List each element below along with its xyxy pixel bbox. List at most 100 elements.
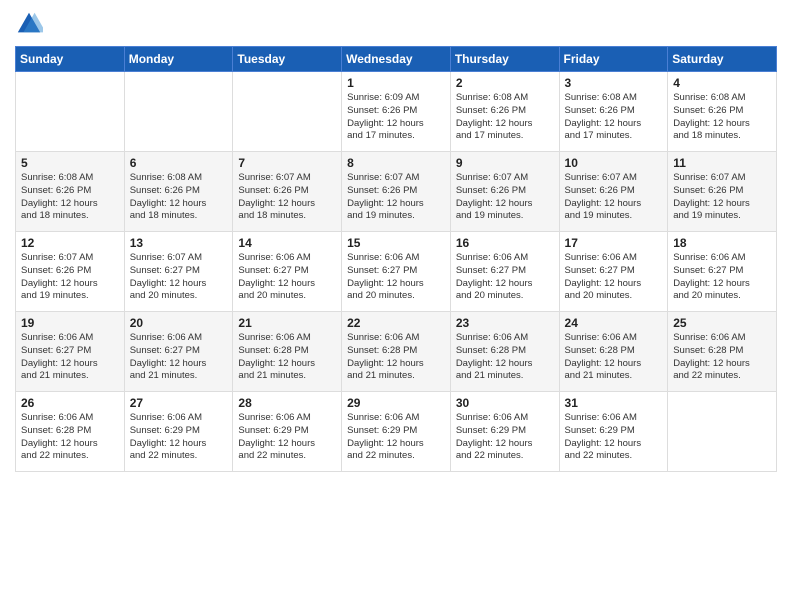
week-row-3: 19 Sunrise: 6:06 AM Sunset: 6:27 PM Dayli…: [16, 312, 777, 392]
col-header-wednesday: Wednesday: [342, 47, 451, 72]
day-cell: 3 Sunrise: 6:08 AM Sunset: 6:26 PM Daylig…: [559, 72, 668, 152]
day-info: Sunrise: 6:08 AM Sunset: 6:26 PM Dayligh…: [456, 92, 554, 143]
day-number: 31: [565, 396, 663, 410]
day-number: 6: [130, 156, 228, 170]
day-cell: 20 Sunrise: 6:06 AM Sunset: 6:27 PM Dayli…: [124, 312, 233, 392]
day-info: Sunrise: 6:08 AM Sunset: 6:26 PM Dayligh…: [565, 92, 663, 143]
day-cell: 24 Sunrise: 6:06 AM Sunset: 6:28 PM Dayli…: [559, 312, 668, 392]
col-header-tuesday: Tuesday: [233, 47, 342, 72]
day-number: 7: [238, 156, 336, 170]
col-header-thursday: Thursday: [450, 47, 559, 72]
day-info: Sunrise: 6:06 AM Sunset: 6:28 PM Dayligh…: [21, 412, 119, 463]
day-info: Sunrise: 6:08 AM Sunset: 6:26 PM Dayligh…: [673, 92, 771, 143]
day-info: Sunrise: 6:06 AM Sunset: 6:29 PM Dayligh…: [565, 412, 663, 463]
day-number: 14: [238, 236, 336, 250]
day-number: 23: [456, 316, 554, 330]
day-cell: 29 Sunrise: 6:06 AM Sunset: 6:29 PM Dayli…: [342, 392, 451, 472]
col-header-sunday: Sunday: [16, 47, 125, 72]
day-number: 3: [565, 76, 663, 90]
header: [15, 10, 777, 38]
day-info: Sunrise: 6:07 AM Sunset: 6:26 PM Dayligh…: [456, 172, 554, 223]
day-cell: 2Sunrise: 6:08 AM Sunset: 6:26 PM Daylig…: [450, 72, 559, 152]
day-info: Sunrise: 6:06 AM Sunset: 6:27 PM Dayligh…: [238, 252, 336, 303]
day-number: 9: [456, 156, 554, 170]
day-cell: 5 Sunrise: 6:08 AM Sunset: 6:26 PM Daylig…: [16, 152, 125, 232]
day-cell: 27Sunrise: 6:06 AM Sunset: 6:29 PM Dayli…: [124, 392, 233, 472]
day-number: 13: [130, 236, 228, 250]
day-info: Sunrise: 6:09 AM Sunset: 6:26 PM Dayligh…: [347, 92, 445, 143]
logo: [15, 10, 47, 38]
day-info: Sunrise: 6:06 AM Sunset: 6:27 PM Dayligh…: [347, 252, 445, 303]
day-info: Sunrise: 6:07 AM Sunset: 6:27 PM Dayligh…: [130, 252, 228, 303]
day-number: 21: [238, 316, 336, 330]
day-cell: 4 Sunrise: 6:08 AM Sunset: 6:26 PM Daylig…: [668, 72, 777, 152]
day-number: 16: [456, 236, 554, 250]
day-number: 19: [21, 316, 119, 330]
day-number: 4: [673, 76, 771, 90]
day-number: 28: [238, 396, 336, 410]
day-info: Sunrise: 6:06 AM Sunset: 6:28 PM Dayligh…: [347, 332, 445, 383]
day-number: 26: [21, 396, 119, 410]
day-number: 11: [673, 156, 771, 170]
day-cell: 23 Sunrise: 6:06 AM Sunset: 6:28 PM Dayli…: [450, 312, 559, 392]
day-number: 30: [456, 396, 554, 410]
day-cell: 12Sunrise: 6:07 AM Sunset: 6:26 PM Dayli…: [16, 232, 125, 312]
day-info: Sunrise: 6:06 AM Sunset: 6:27 PM Dayligh…: [565, 252, 663, 303]
day-info: Sunrise: 6:08 AM Sunset: 6:26 PM Dayligh…: [130, 172, 228, 223]
day-cell: [124, 72, 233, 152]
day-number: 29: [347, 396, 445, 410]
day-info: Sunrise: 6:06 AM Sunset: 6:27 PM Dayligh…: [673, 252, 771, 303]
day-info: Sunrise: 6:08 AM Sunset: 6:26 PM Dayligh…: [21, 172, 119, 223]
day-info: Sunrise: 6:07 AM Sunset: 6:26 PM Dayligh…: [21, 252, 119, 303]
day-cell: 31 Sunrise: 6:06 AM Sunset: 6:29 PM Dayli…: [559, 392, 668, 472]
day-info: Sunrise: 6:06 AM Sunset: 6:28 PM Dayligh…: [456, 332, 554, 383]
day-info: Sunrise: 6:07 AM Sunset: 6:26 PM Dayligh…: [238, 172, 336, 223]
day-cell: [668, 392, 777, 472]
page-container: SundayMondayTuesdayWednesdayThursdayFrid…: [0, 0, 792, 482]
day-info: Sunrise: 6:07 AM Sunset: 6:26 PM Dayligh…: [673, 172, 771, 223]
day-number: 27: [130, 396, 228, 410]
day-cell: 13 Sunrise: 6:07 AM Sunset: 6:27 PM Dayli…: [124, 232, 233, 312]
col-header-monday: Monday: [124, 47, 233, 72]
day-cell: 8 Sunrise: 6:07 AM Sunset: 6:26 PM Daylig…: [342, 152, 451, 232]
day-cell: 22 Sunrise: 6:06 AM Sunset: 6:28 PM Dayli…: [342, 312, 451, 392]
day-info: Sunrise: 6:06 AM Sunset: 6:27 PM Dayligh…: [130, 332, 228, 383]
day-cell: 6 Sunrise: 6:08 AM Sunset: 6:26 PM Daylig…: [124, 152, 233, 232]
day-cell: 1 Sunrise: 6:09 AM Sunset: 6:26 PM Daylig…: [342, 72, 451, 152]
day-number: 22: [347, 316, 445, 330]
calendar-header-row: SundayMondayTuesdayWednesdayThursdayFrid…: [16, 47, 777, 72]
week-row-0: 1 Sunrise: 6:09 AM Sunset: 6:26 PM Daylig…: [16, 72, 777, 152]
day-cell: 30Sunrise: 6:06 AM Sunset: 6:29 PM Dayli…: [450, 392, 559, 472]
day-number: 25: [673, 316, 771, 330]
day-cell: [16, 72, 125, 152]
week-row-4: 26 Sunrise: 6:06 AM Sunset: 6:28 PM Dayli…: [16, 392, 777, 472]
day-number: 1: [347, 76, 445, 90]
day-cell: 21 Sunrise: 6:06 AM Sunset: 6:28 PM Dayli…: [233, 312, 342, 392]
day-number: 20: [130, 316, 228, 330]
day-number: 15: [347, 236, 445, 250]
day-number: 24: [565, 316, 663, 330]
day-info: Sunrise: 6:06 AM Sunset: 6:27 PM Dayligh…: [456, 252, 554, 303]
day-info: Sunrise: 6:06 AM Sunset: 6:29 PM Dayligh…: [347, 412, 445, 463]
day-cell: 10Sunrise: 6:07 AM Sunset: 6:26 PM Dayli…: [559, 152, 668, 232]
day-number: 5: [21, 156, 119, 170]
day-cell: 17Sunrise: 6:06 AM Sunset: 6:27 PM Dayli…: [559, 232, 668, 312]
day-number: 8: [347, 156, 445, 170]
day-cell: 14 Sunrise: 6:06 AM Sunset: 6:27 PM Dayli…: [233, 232, 342, 312]
col-header-saturday: Saturday: [668, 47, 777, 72]
day-cell: 28 Sunrise: 6:06 AM Sunset: 6:29 PM Dayli…: [233, 392, 342, 472]
day-info: Sunrise: 6:06 AM Sunset: 6:28 PM Dayligh…: [238, 332, 336, 383]
col-header-friday: Friday: [559, 47, 668, 72]
day-info: Sunrise: 6:06 AM Sunset: 6:28 PM Dayligh…: [673, 332, 771, 383]
week-row-1: 5 Sunrise: 6:08 AM Sunset: 6:26 PM Daylig…: [16, 152, 777, 232]
calendar-table: SundayMondayTuesdayWednesdayThursdayFrid…: [15, 46, 777, 472]
day-cell: 16 Sunrise: 6:06 AM Sunset: 6:27 PM Dayli…: [450, 232, 559, 312]
day-cell: 11 Sunrise: 6:07 AM Sunset: 6:26 PM Dayli…: [668, 152, 777, 232]
day-info: Sunrise: 6:06 AM Sunset: 6:29 PM Dayligh…: [238, 412, 336, 463]
day-info: Sunrise: 6:07 AM Sunset: 6:26 PM Dayligh…: [565, 172, 663, 223]
day-info: Sunrise: 6:07 AM Sunset: 6:26 PM Dayligh…: [347, 172, 445, 223]
day-info: Sunrise: 6:06 AM Sunset: 6:28 PM Dayligh…: [565, 332, 663, 383]
day-cell: 19Sunrise: 6:06 AM Sunset: 6:27 PM Dayli…: [16, 312, 125, 392]
day-cell: 18Sunrise: 6:06 AM Sunset: 6:27 PM Dayli…: [668, 232, 777, 312]
day-cell: 26 Sunrise: 6:06 AM Sunset: 6:28 PM Dayli…: [16, 392, 125, 472]
